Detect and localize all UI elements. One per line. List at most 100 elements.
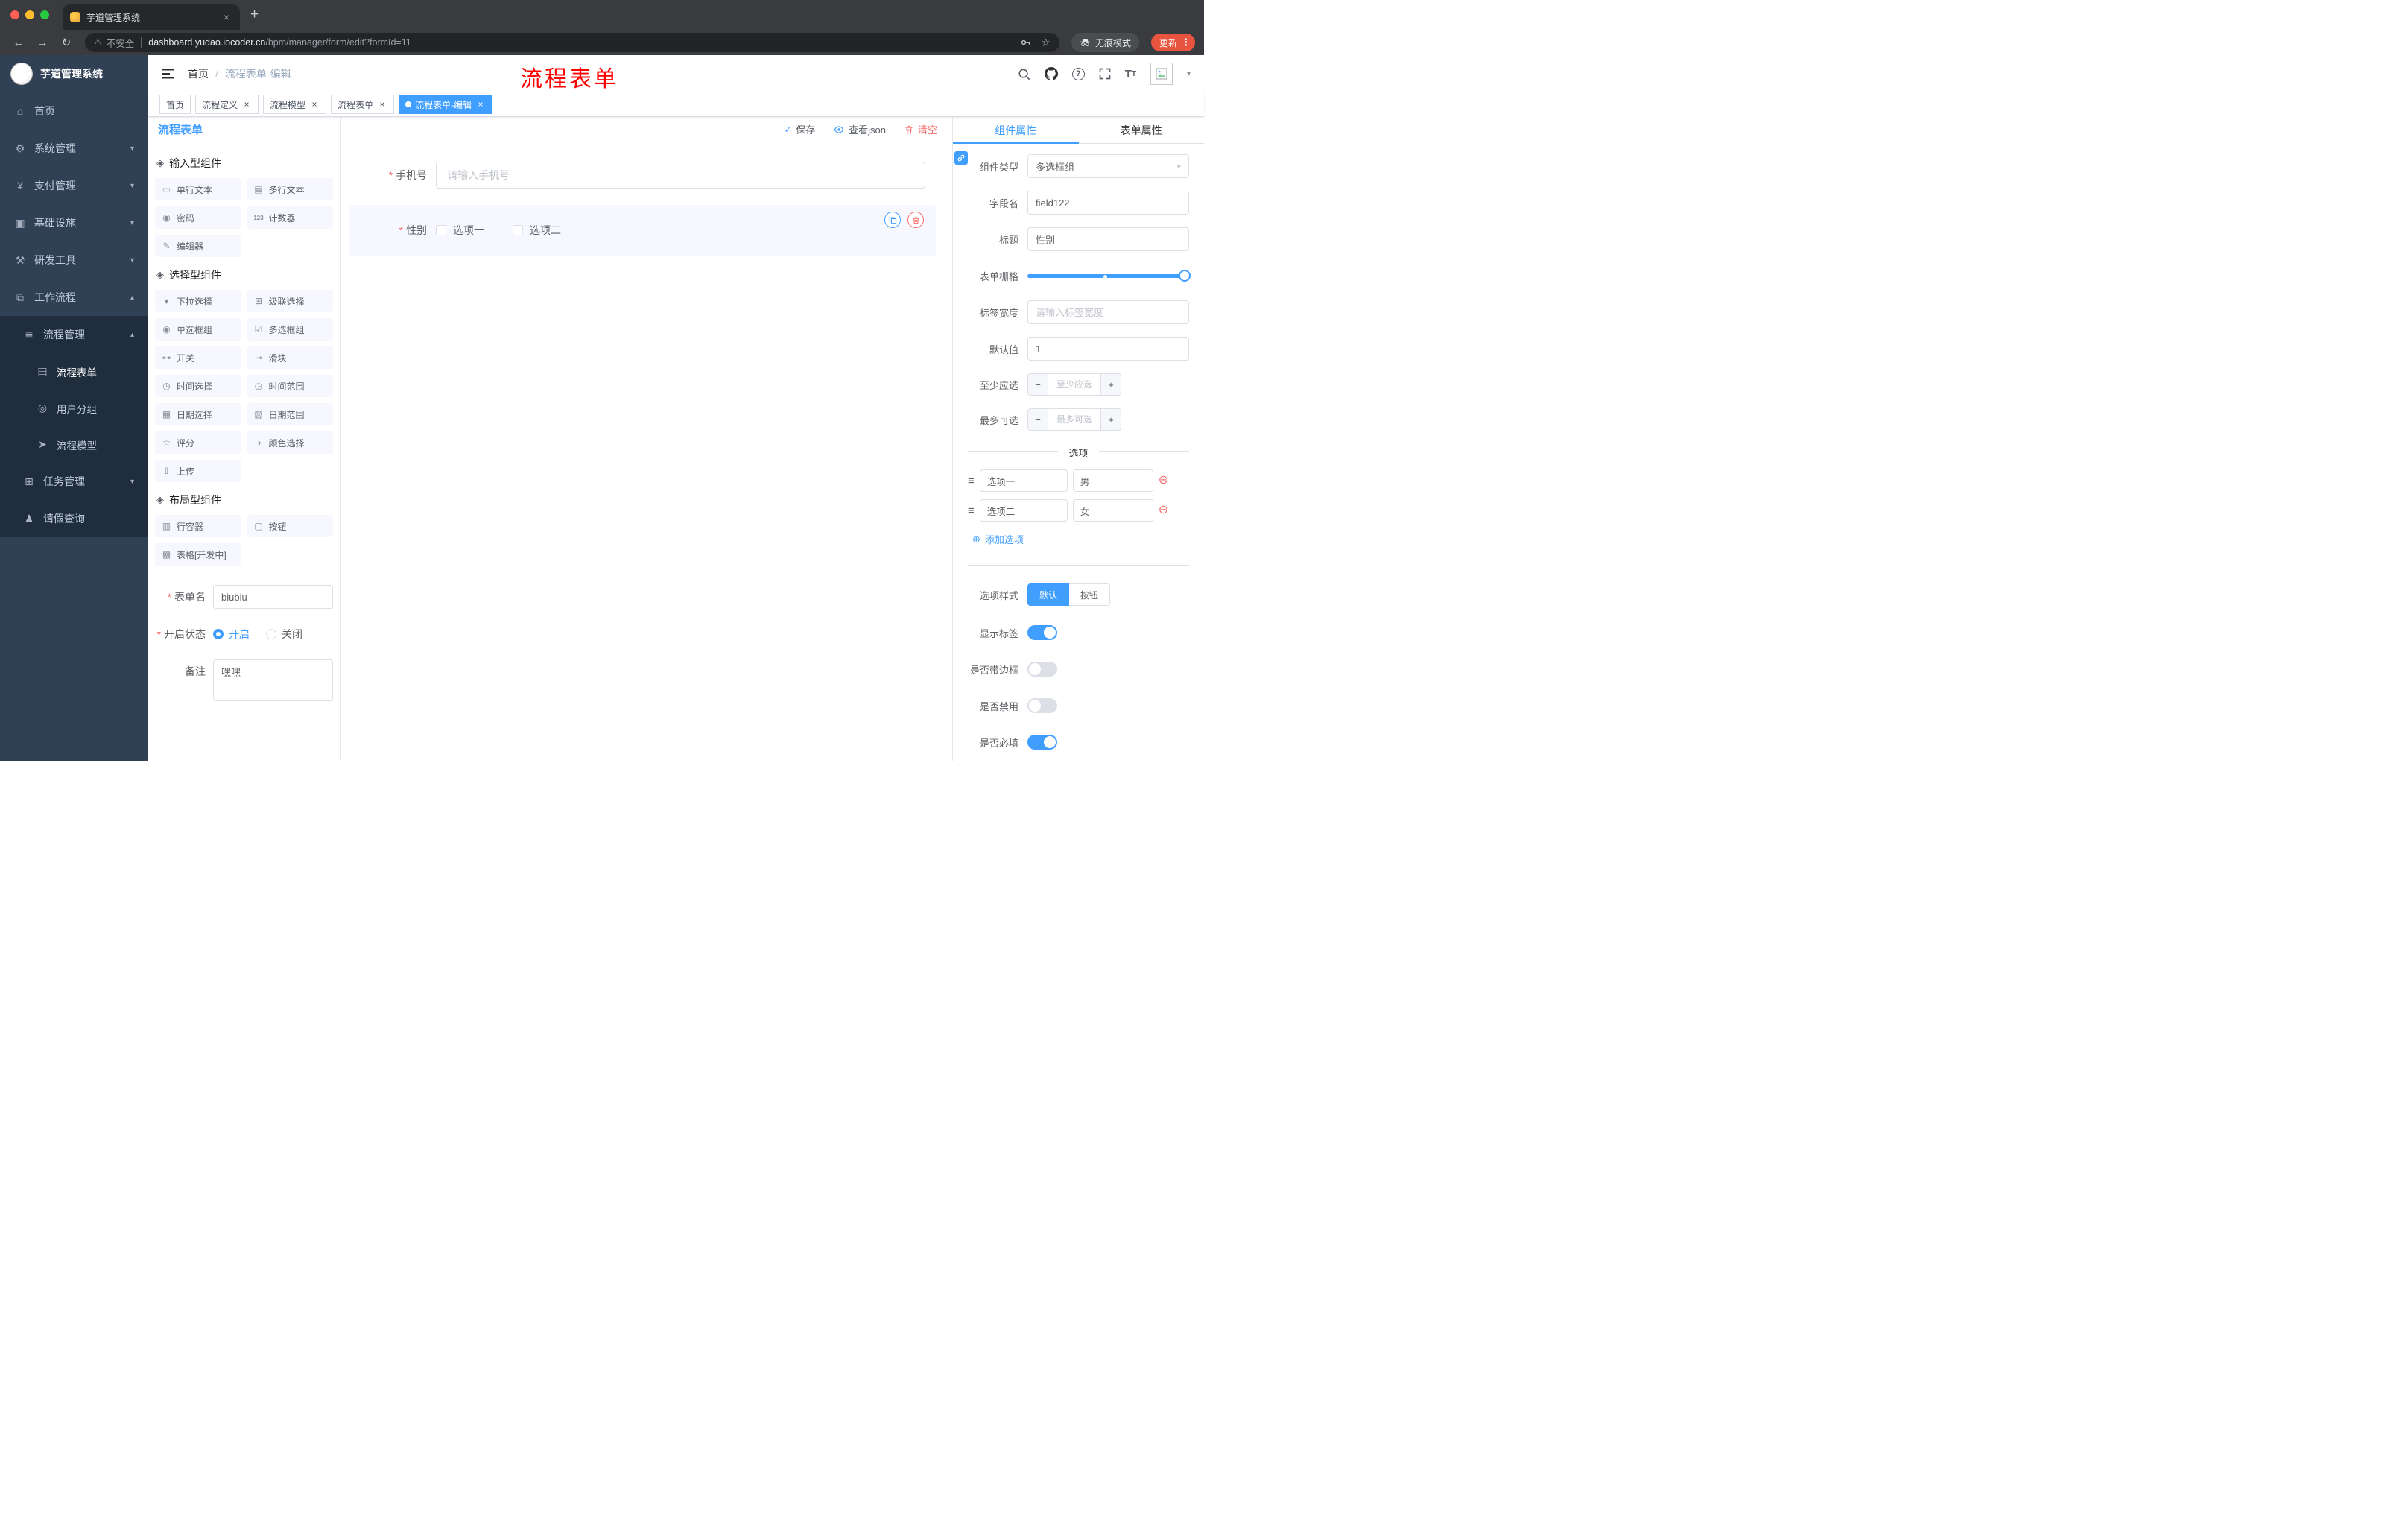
tag-close-icon[interactable]: × [241,99,252,110]
gender-field-selected[interactable]: 性别 选项一 选项二 [349,205,936,256]
tag-process-model[interactable]: 流程模型 × [263,95,327,114]
form-remark-textarea[interactable]: 嘿嘿 [213,659,333,701]
with-border-toggle[interactable] [1027,662,1057,677]
grid-slider[interactable] [1027,264,1191,288]
sidebar-item-workflow[interactable]: ⧉ 工作流程 ▴ [0,279,148,316]
option-value-input[interactable] [1072,469,1153,492]
breadcrumb-home[interactable]: 首页 [188,66,209,81]
option-label-input[interactable] [979,499,1068,522]
sidebar-item-task-management[interactable]: ⊞ 任务管理 ▾ [0,463,148,500]
add-option-button[interactable]: ⊕ 添加选项 [972,532,1189,546]
sidebar-item-process-form[interactable]: ▤ 流程表单 [0,353,148,390]
search-icon[interactable] [1018,68,1030,80]
checkbox-icon[interactable] [513,225,523,235]
delete-field-button[interactable] [907,212,924,228]
drag-handle-icon[interactable]: ≡ [968,504,975,517]
update-button[interactable]: 更新 ⋮ [1150,34,1195,51]
new-tab-button[interactable]: + [250,7,259,23]
font-size-icon[interactable]: TT [1125,68,1136,80]
component-time-range[interactable]: ◶ 时间范围 [247,375,333,397]
component-slider[interactable]: ⊸ 滑块 [247,346,333,369]
tag-close-icon[interactable]: × [475,99,486,110]
label-width-input[interactable] [1027,300,1189,324]
component-cascader[interactable]: ⊞ 级联选择 [247,290,333,312]
component-time-picker[interactable]: ◷ 时间选择 [155,375,241,397]
bookmark-star-icon[interactable]: ☆ [1041,37,1051,49]
sidebar-item-home[interactable]: ⌂ 首页 [0,92,148,130]
drag-handle-icon[interactable]: ≡ [968,475,975,487]
component-table[interactable]: ▩ 表格[开发中] [155,543,241,566]
tag-process-form-edit[interactable]: 流程表单-编辑 × [399,95,493,114]
component-multi-line-text[interactable]: ▤ 多行文本 [247,178,333,200]
style-default-button[interactable]: 默认 [1027,583,1070,606]
component-type-select[interactable]: 多选框组 ▾ [1027,154,1189,178]
slider-handle[interactable] [1179,270,1191,282]
decrease-button[interactable]: − [1028,409,1048,430]
address-bar[interactable]: ⚠ 不安全 dashboard.yudao.iocoder.cn /bpm/ma… [85,33,1059,52]
tag-home[interactable]: 首页 [159,95,191,114]
component-single-line-text[interactable]: ▭ 单行文本 [155,178,241,200]
component-checkbox-group[interactable]: ☑ 多选框组 [247,318,333,341]
tab-form-props[interactable]: 表单属性 [1079,117,1205,143]
sidebar-item-system-management[interactable]: ⚙ 系统管理 ▾ [0,130,148,167]
sidebar-item-leave-query[interactable]: ♟ 请假查询 [0,500,148,537]
github-icon[interactable] [1044,67,1058,80]
option-label-input[interactable] [979,469,1068,492]
hamburger-icon[interactable] [161,69,174,79]
help-icon[interactable]: ? [1071,67,1085,80]
copy-field-button[interactable] [884,212,901,228]
back-button[interactable]: ← [9,37,28,49]
avatar-caret-down-icon[interactable]: ▾ [1187,70,1191,78]
tab-component-props[interactable]: 组件属性 [953,117,1079,144]
component-date-picker[interactable]: ▦ 日期选择 [155,403,241,425]
sidebar-item-dev-tools[interactable]: ⚒ 研发工具 ▾ [0,241,148,279]
minimize-window-button[interactable] [25,10,34,19]
component-switch[interactable]: ⊶ 开关 [155,346,241,369]
style-button-button[interactable]: 按钮 [1069,583,1111,606]
disabled-toggle[interactable] [1027,698,1057,713]
close-window-button[interactable] [10,10,19,19]
forward-button[interactable]: → [33,37,52,49]
link-icon[interactable] [954,151,968,165]
status-radio-off[interactable]: 关闭 [266,627,302,642]
component-row-container[interactable]: ▥ 行容器 [155,515,241,537]
checkbox-icon[interactable] [436,225,446,235]
phone-field-row[interactable]: 手机号 [341,162,925,189]
zoom-window-button[interactable] [40,10,49,19]
sidebar-item-user-group[interactable]: ◎ 用户分组 [0,390,148,426]
title-input[interactable] [1027,227,1189,251]
sidebar-item-infrastructure[interactable]: ▣ 基础设施 ▾ [0,204,148,241]
tag-process-definition[interactable]: 流程定义 × [195,95,259,114]
gender-option-2[interactable]: 选项二 [513,223,561,238]
remove-option-icon[interactable]: ⊖ [1159,475,1168,487]
field-name-input[interactable] [1027,191,1189,215]
remove-option-icon[interactable]: ⊖ [1159,504,1168,516]
security-warning-icon[interactable]: ⚠ [94,37,102,48]
sidebar-item-process-model[interactable]: ➤ 流程模型 [0,426,148,463]
option-value-input[interactable] [1072,499,1153,522]
increase-button[interactable]: + [1100,409,1121,430]
reload-button[interactable]: ↻ [57,36,76,49]
component-rate[interactable]: ☆ 评分 [155,431,241,454]
component-button[interactable]: ▢ 按钮 [247,515,333,537]
clear-button[interactable]: 清空 [904,122,937,136]
component-upload[interactable]: ⇧ 上传 [155,460,241,482]
fullscreen-icon[interactable] [1099,68,1111,80]
component-radio-group[interactable]: ◉ 单选框组 [155,318,241,341]
browser-menu-icon[interactable]: ⋮ [1181,37,1191,48]
show-label-toggle[interactable] [1027,625,1057,640]
status-radio-on[interactable]: 开启 [213,627,250,642]
component-counter[interactable]: 123 计数器 [247,206,333,229]
component-password[interactable]: ◉ 密码 [155,206,241,229]
gender-option-1[interactable]: 选项一 [436,223,484,238]
component-date-range[interactable]: ▧ 日期范围 [247,403,333,425]
decrease-button[interactable]: − [1028,374,1048,395]
view-json-button[interactable]: 查看json [833,122,886,136]
tag-close-icon[interactable]: × [309,99,320,110]
tab-close-icon[interactable]: × [221,11,232,23]
component-color-picker[interactable]: ◑ 颜色选择 [247,431,333,454]
password-key-icon[interactable] [1020,37,1032,48]
tag-close-icon[interactable]: × [377,99,387,110]
component-select[interactable]: ▾ 下拉选择 [155,290,241,312]
min-select-input[interactable] [1048,374,1100,395]
